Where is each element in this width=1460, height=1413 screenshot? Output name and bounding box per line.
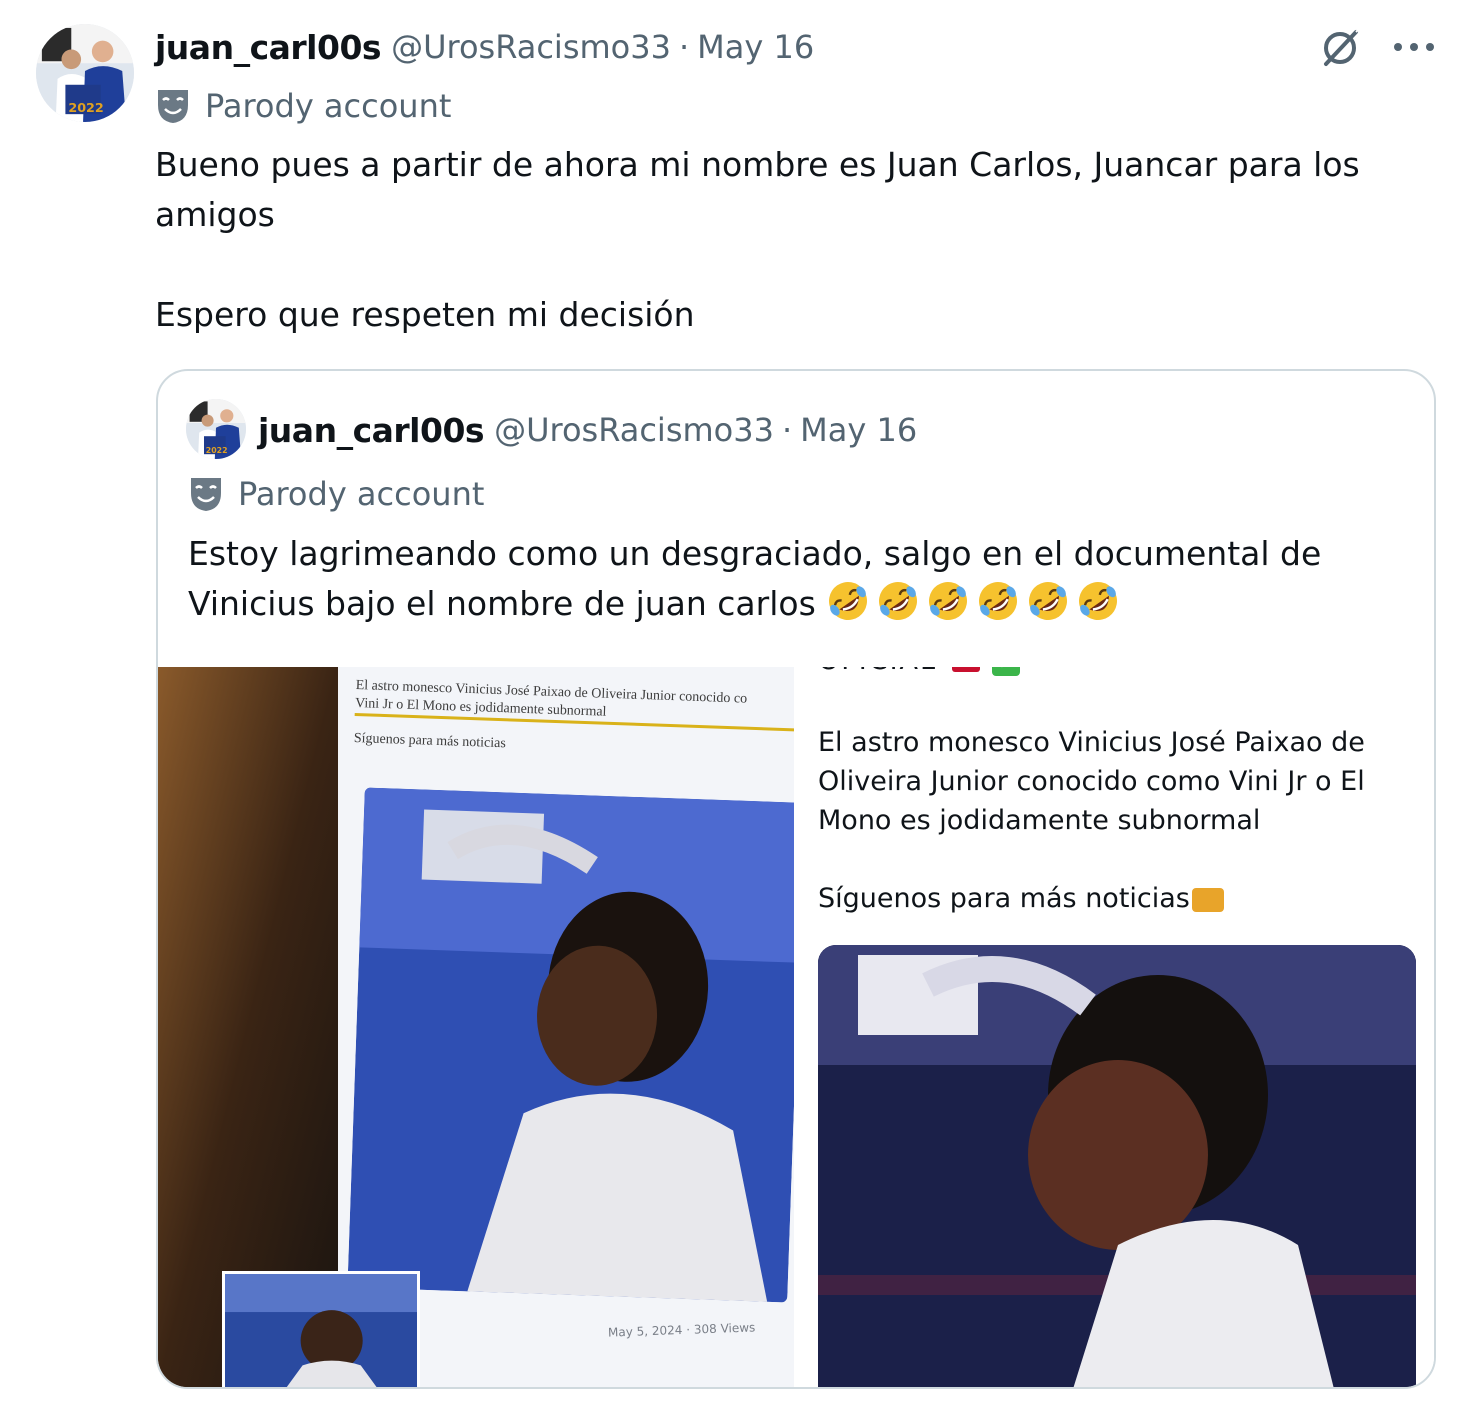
rolling-on-floor-laughing-emoji bbox=[829, 582, 868, 620]
parody-badge: Parody account bbox=[155, 84, 451, 128]
author-name[interactable]: juan_carl00s bbox=[155, 28, 382, 67]
quoted-tweet-text-body: Estoy lagrimeando como un desgraciado, s… bbox=[188, 534, 1322, 623]
quoted-separator-dot: · bbox=[781, 411, 793, 449]
screen-embedded-photo bbox=[347, 787, 794, 1303]
quoted-tweet-header: juan_carl00s @UrosRacismo33 · May 16 bbox=[258, 407, 917, 453]
grok-icon[interactable] bbox=[1318, 24, 1364, 70]
author-handle[interactable]: @UrosRacismo33 bbox=[391, 28, 671, 66]
screen-footer: May 5, 2024 · 308 Views bbox=[607, 1320, 756, 1340]
tweet-actions-top bbox=[1318, 24, 1434, 70]
tweet-text-line-2: Espero que respeten mi decisión bbox=[155, 295, 695, 334]
screen-caption-line-3: Síguenos para más noticias bbox=[353, 730, 507, 752]
right-post-paragraph: El astro monesco Vinicius José Paixao de… bbox=[818, 727, 1365, 836]
screen-caption: El astro monesco Vinicius José Paixao de… bbox=[354, 677, 794, 763]
quoted-tweet-text: Estoy lagrimeando como un desgraciado, s… bbox=[188, 529, 1418, 629]
separator-dot: · bbox=[678, 28, 690, 66]
laughing-emoji-row bbox=[826, 582, 1126, 623]
right-post-text: El astro monesco Vinicius José Paixao de… bbox=[818, 723, 1418, 918]
quoted-parody-badge-label: Parody account bbox=[238, 475, 485, 513]
parody-badge-label: Parody account bbox=[205, 87, 452, 125]
check-mark-emoji: ✓ bbox=[992, 667, 1021, 676]
theater-mask-icon bbox=[158, 90, 188, 123]
tweet-date[interactable]: May 16 bbox=[697, 28, 814, 66]
quoted-tweet-date[interactable]: May 16 bbox=[800, 411, 917, 449]
svg-text:2022: 2022 bbox=[68, 101, 103, 116]
theater-mask-icon bbox=[191, 478, 221, 511]
author-avatar[interactable]: 2022 bbox=[36, 24, 134, 122]
video-thumbnail bbox=[222, 1271, 420, 1387]
quoted-author-avatar[interactable]: 2022 bbox=[186, 399, 246, 459]
rolling-on-floor-laughing-emoji bbox=[1079, 582, 1118, 620]
quoted-parody-badge: Parody account bbox=[188, 472, 484, 516]
right-post-follow: Síguenos para más noticias bbox=[818, 879, 1418, 918]
quoted-author-handle[interactable]: @UrosRacismo33 bbox=[494, 411, 774, 449]
rolling-on-floor-laughing-emoji bbox=[879, 582, 918, 620]
media-right-screenshot[interactable]: OFICIAL ✓ El astro monesco Vinicius José… bbox=[794, 667, 1434, 1387]
media-left-photo[interactable]: El astro monesco Vinicius José Paixao de… bbox=[158, 667, 794, 1387]
rolling-on-floor-laughing-emoji bbox=[979, 582, 1018, 620]
quoted-author-name[interactable]: juan_carl00s bbox=[258, 411, 485, 450]
right-post-follow-text: Síguenos para más noticias bbox=[818, 883, 1190, 914]
tweet-text-line-1: Bueno pues a partir de ahora mi nombre e… bbox=[155, 145, 1360, 234]
tweet-header: juan_carl00s @UrosRacismo33 · May 16 bbox=[155, 24, 814, 70]
clipped-heading: OFICIAL ✓ bbox=[818, 667, 1021, 676]
tweet-text: Bueno pues a partir de ahora mi nombre e… bbox=[155, 140, 1415, 340]
svg-text:2022: 2022 bbox=[206, 446, 228, 455]
rolling-on-floor-laughing-emoji bbox=[1029, 582, 1068, 620]
quoted-tweet-card[interactable]: 2022 juan_carl00s @UrosRacismo33 · May 1… bbox=[156, 369, 1436, 1389]
radio-emoji bbox=[1191, 887, 1224, 912]
right-post-image bbox=[818, 945, 1416, 1387]
clipped-heading-text: OFICIAL bbox=[818, 667, 937, 676]
rolling-on-floor-laughing-emoji bbox=[929, 582, 968, 620]
flag-emoji bbox=[951, 667, 980, 672]
more-icon[interactable] bbox=[1394, 24, 1434, 70]
